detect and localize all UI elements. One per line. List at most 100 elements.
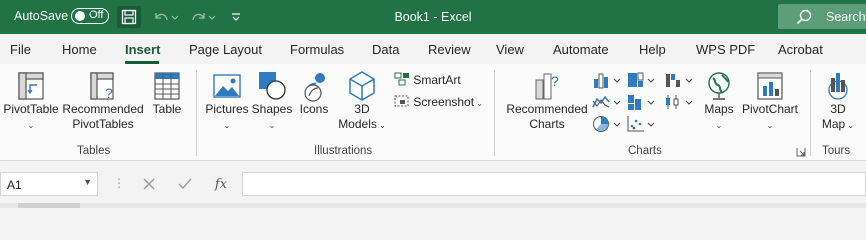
3d-map-button[interactable]: 3D Map ⌄ (816, 70, 860, 133)
group-divider (810, 70, 811, 156)
name-box-value: A1 (7, 178, 22, 192)
charts-group-label: Charts (628, 145, 662, 157)
tab-formulas[interactable]: Formulas (290, 42, 344, 57)
chevron-down-icon: ⌄ (27, 121, 35, 130)
icons-label: Icons (299, 102, 329, 116)
close-icon (143, 178, 155, 190)
chevron-down-icon: ⌄ (223, 121, 231, 130)
recommended-charts-button[interactable]: ? Recommended Charts (504, 70, 590, 132)
pivotchart-label: PivotChart (741, 102, 799, 116)
table-label: Table (152, 102, 182, 116)
chevron-down-icon: ⌄ (845, 121, 855, 130)
group-divider (196, 70, 197, 156)
maps-label: Maps (704, 102, 734, 116)
svg-text:?: ? (551, 73, 559, 89)
ribbon-tabs: File Home Insert Page Layout Formulas Da… (0, 34, 866, 64)
recommended-pivottables-button[interactable]: ? Recommended PivotTables (60, 70, 146, 132)
group-divider (494, 70, 495, 156)
svg-text:?: ? (105, 85, 113, 101)
3d-models-label-1: 3D (354, 102, 370, 116)
chevron-down-icon: ⌄ (376, 121, 386, 130)
dialog-launcher-icon[interactable] (796, 147, 806, 157)
chevron-down-icon: ⌄ (715, 121, 723, 130)
3d-map-label-1: 3D (830, 102, 846, 116)
pivottable-label: PivotTable (3, 102, 59, 116)
column-header-strip (0, 203, 866, 208)
3d-map-icon (828, 73, 848, 100)
ribbon-insert: PivotTable ⌄ ? Recommended PivotTables Tab… (0, 64, 866, 161)
pivottable-button[interactable]: PivotTable ⌄ (2, 70, 60, 133)
cancel-button[interactable] (138, 173, 160, 195)
globe-icon (708, 72, 730, 100)
tab-review[interactable]: Review (428, 42, 471, 57)
table-icon (154, 72, 180, 100)
insert-function-button[interactable]: fx (210, 173, 232, 195)
shapes-label: Shapes (251, 102, 293, 116)
3d-models-label-2: Models (338, 117, 377, 131)
search-box[interactable]: Search (778, 4, 866, 29)
shapes-icon (259, 72, 286, 100)
screenshot-button[interactable]: Screenshot ⌄ (394, 94, 483, 109)
tables-group-label: Tables (77, 145, 111, 157)
tab-insert[interactable]: Insert (125, 42, 160, 57)
select-all-corner[interactable] (18, 203, 80, 208)
pivotchart-button[interactable]: PivotChart ⌄ (740, 70, 800, 133)
recommended-charts-icon: ? (535, 73, 559, 100)
recommended-charts-label-2: Charts (529, 117, 565, 131)
icons-button[interactable]: Icons (296, 70, 332, 117)
smartart-button[interactable]: SmartArt (394, 72, 461, 87)
check-icon (178, 178, 192, 190)
illustrations-group-label: Illustrations (314, 145, 373, 157)
tab-wps-pdf[interactable]: WPS PDF (696, 42, 755, 57)
tab-page-layout[interactable]: Page Layout (189, 42, 262, 57)
tab-data[interactable]: Data (372, 42, 399, 57)
tab-file[interactable]: File (10, 42, 31, 57)
pictures-label: Pictures (205, 102, 249, 116)
column-chart-icon[interactable] (592, 71, 622, 89)
title-bar: AutoSave Off Book1 - Excel Search (0, 0, 866, 34)
waterfall-chart-icon[interactable] (664, 71, 694, 89)
chevron-down-icon: ⌄ (766, 121, 774, 130)
search-icon (796, 9, 812, 25)
name-box[interactable]: A1 ▼ (0, 172, 98, 196)
formula-input[interactable] (242, 172, 866, 196)
shapes-button[interactable]: Shapes ⌄ (251, 70, 293, 133)
tab-home[interactable]: Home (62, 42, 97, 57)
3d-models-button[interactable]: 3D Models ⌄ (336, 70, 388, 133)
pivottable-icon (18, 72, 44, 100)
icons-icon (304, 73, 325, 102)
formula-bar: A1 ▼ ⋮ fx (0, 161, 866, 208)
stock-chart-icon[interactable] (664, 93, 694, 111)
screenshot-icon (394, 95, 409, 107)
hierarchy-chart-icon[interactable] (626, 71, 656, 89)
maps-button[interactable]: Maps ⌄ (700, 70, 738, 133)
recommended-pivottables-label-2: PivotTables (72, 117, 134, 131)
recommended-charts-label-1: Recommended (506, 102, 588, 116)
table-button[interactable]: Table (148, 70, 186, 117)
formula-bar-grip-icon[interactable]: ⋮ (113, 176, 125, 190)
pivotchart-icon (757, 72, 783, 100)
tab-view[interactable]: View (496, 42, 524, 57)
search-label: Search (826, 10, 866, 24)
smartart-icon (394, 72, 409, 86)
recommended-pivottables-icon: ? (90, 72, 114, 101)
tab-help[interactable]: Help (639, 42, 666, 57)
pictures-icon (213, 74, 241, 98)
scatter-chart-icon[interactable] (626, 115, 656, 133)
tab-automate[interactable]: Automate (553, 42, 609, 57)
chevron-down-icon: ⌄ (268, 121, 276, 130)
tab-acrobat[interactable]: Acrobat (778, 42, 823, 57)
recommended-pivottables-label-1: Recommended (62, 102, 144, 116)
line-chart-icon[interactable] (592, 93, 622, 111)
bar-chart-icon[interactable] (626, 93, 656, 111)
pictures-button[interactable]: Pictures ⌄ (203, 70, 251, 133)
smartart-label: SmartArt (413, 73, 461, 87)
chevron-down-icon[interactable]: ▼ (83, 177, 92, 187)
chevron-down-icon: ⌄ (474, 99, 483, 108)
pie-chart-icon[interactable] (592, 115, 622, 133)
enter-button[interactable] (174, 173, 196, 195)
tours-group-label: Tours (822, 145, 851, 157)
cube-icon (349, 71, 375, 101)
window-title: Book1 - Excel (394, 10, 472, 24)
3d-map-label-2: Map (821, 117, 846, 131)
